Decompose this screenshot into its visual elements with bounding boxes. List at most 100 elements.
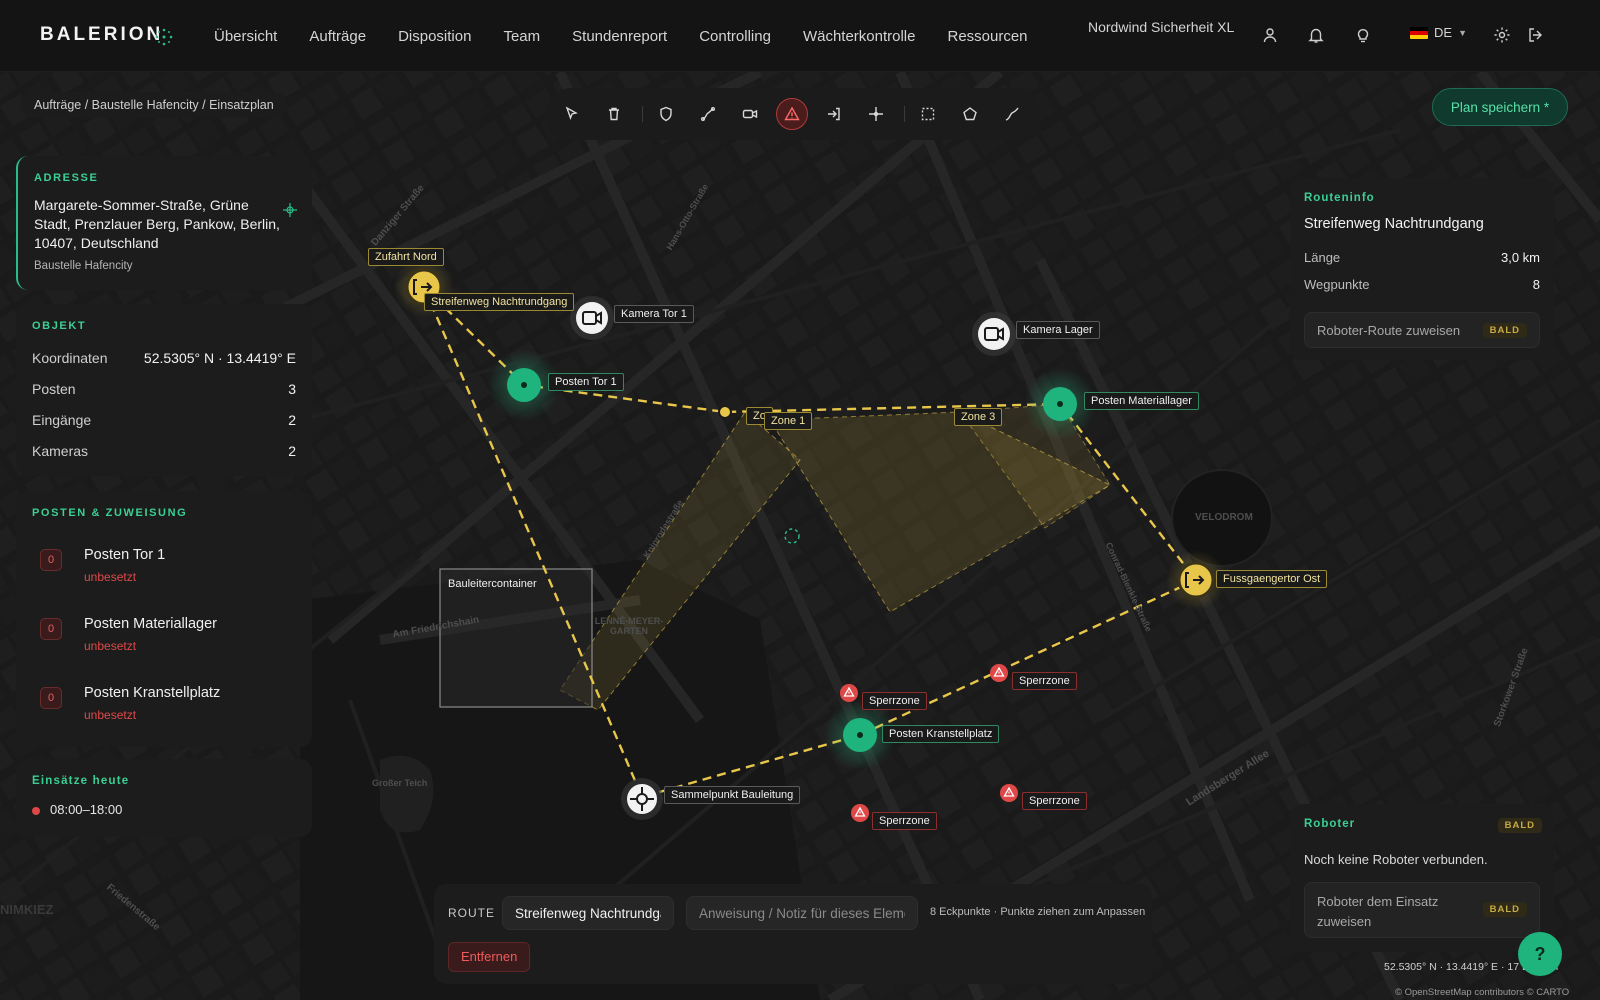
post-marker-tor[interactable] [506, 367, 542, 403]
label-zufahrt-nord[interactable]: Zufahrt Nord [368, 248, 444, 266]
label-bauleitercontainer[interactable]: Bauleitercontainer [442, 576, 543, 592]
route-value: 8 [1532, 277, 1540, 292]
lightbulb-icon[interactable] [1354, 26, 1372, 44]
object-row-posts: Posten 3 [32, 381, 296, 401]
map-attribution[interactable]: © OpenStreetMap contributors © CARTO [1395, 987, 1569, 998]
warning-icon [784, 106, 800, 121]
robot-panel: Roboter BALD Noch keine Roboter verbunde… [1290, 804, 1554, 952]
label-sperrzone-1[interactable]: Sperrzone [862, 692, 927, 710]
label-zone-3[interactable]: Zone 3 [954, 408, 1003, 426]
today-heading: Einsätze heute [32, 775, 130, 787]
area-select-tool[interactable] [912, 98, 944, 130]
language-select[interactable]: DE ▼ [1410, 25, 1467, 40]
place-lenne-meyer-garten: LENNÉ-MEYER-GARTEN [594, 616, 664, 636]
camera-marker-lager[interactable] [968, 308, 1020, 360]
label-sammelpunkt[interactable]: Sammelpunkt Bauleitung [664, 786, 801, 804]
nav-waechterkontrolle[interactable]: Wächterkontrolle [803, 28, 916, 45]
app-logo[interactable]: BALERION [40, 24, 163, 46]
label-zone-1[interactable]: Zone 1 [764, 412, 813, 430]
warning-marker-2[interactable] [989, 663, 1009, 683]
danger-zone-tool[interactable] [776, 98, 808, 130]
robot-heading: Roboter [1304, 818, 1356, 830]
label-sperrzone-2[interactable]: Sperrzone [1012, 672, 1077, 690]
route-value: 3,0 km [1500, 250, 1540, 265]
label-kamera-lager[interactable]: Kamera Lager [1016, 321, 1100, 339]
warning-marker-1[interactable] [839, 683, 859, 703]
post-status: unbesetzt [84, 708, 137, 722]
route-info-panel: Routeninfo Streifenweg Nachtrundgang Län… [1290, 178, 1554, 360]
nav-ressourcen[interactable]: Ressourcen [947, 28, 1027, 45]
site-name: Baustelle Hafencity [34, 260, 133, 272]
logout-icon[interactable] [1527, 26, 1545, 44]
nav-auftraege[interactable]: Aufträge [309, 28, 366, 45]
label-sperrzone-4[interactable]: Sperrzone [1022, 792, 1087, 810]
label-fussgaengertor-ost[interactable]: Fussgaengertor Ost [1216, 570, 1328, 588]
language-label: DE [1434, 25, 1453, 40]
route-key: Wegpunkte [1304, 277, 1370, 292]
route-name-input[interactable] [502, 896, 674, 930]
post-status: unbesetzt [84, 639, 137, 653]
today-time[interactable]: 08:00–18:00 [50, 802, 122, 817]
help-button[interactable]: ? [1518, 932, 1562, 976]
label-kamera-tor[interactable]: Kamera Tor 1 [614, 305, 694, 323]
place-nimkiez: NIMKIEZ [0, 902, 54, 917]
gear-icon[interactable] [1493, 26, 1511, 44]
label-sperrzone-3[interactable]: Sperrzone [872, 812, 937, 830]
nav-stundenreport[interactable]: Stundenreport [572, 28, 667, 45]
bell-icon[interactable] [1307, 26, 1325, 44]
nav-team[interactable]: Team [503, 28, 540, 45]
chevron-down-icon: ▼ [1458, 27, 1467, 38]
warning-marker-4[interactable] [999, 783, 1019, 803]
place-velodrom: VELODROM [1195, 512, 1253, 523]
polygon-icon [963, 107, 977, 121]
post-tool[interactable] [650, 98, 682, 130]
warning-marker-3[interactable] [850, 803, 870, 823]
post-count-badge: 0 [40, 618, 62, 640]
selection-box-icon [921, 107, 935, 121]
object-key: Koordinaten [32, 350, 108, 366]
assembly-point-marker[interactable] [620, 777, 664, 821]
soon-badge: BALD [1497, 818, 1542, 833]
post-marker-kranstellplatz[interactable] [842, 717, 878, 753]
delete-tool[interactable] [598, 98, 630, 130]
note-input[interactable] [686, 896, 918, 930]
flag-de-icon [1410, 26, 1428, 39]
logo-sparkle-icon [155, 28, 173, 46]
post-status: unbesetzt [84, 570, 137, 584]
post-marker-materiallager[interactable] [1042, 386, 1078, 422]
label-posten-kranstellplatz[interactable]: Posten Kranstellplatz [882, 725, 1000, 743]
entrance-marker-fussgaengertor-ost[interactable] [1176, 560, 1216, 600]
route-info-heading: Routeninfo [1304, 192, 1375, 204]
label-posten-tor[interactable]: Posten Tor 1 [548, 373, 624, 391]
nav-disposition[interactable]: Disposition [398, 28, 471, 45]
object-value: 3 [288, 381, 296, 397]
company-name[interactable]: Nordwind Sicherheit XL [1088, 19, 1234, 35]
assign-robot-button[interactable]: Roboter dem Einsatz zuweisen BALD [1304, 882, 1540, 938]
camera-tool[interactable] [734, 98, 766, 130]
editor-hint: 8 Eckpunkte · Punkte ziehen zum Anpassen [930, 906, 1146, 918]
polygon-tool[interactable] [954, 98, 986, 130]
editor-type-label: ROUTE [448, 906, 495, 920]
breadcrumb[interactable]: Aufträge / Baustelle Hafencity / Einsatz… [20, 92, 288, 118]
nav-controlling[interactable]: Controlling [699, 28, 771, 45]
route-length-row: Länge 3,0 km [1304, 250, 1540, 265]
post-count-badge: 0 [40, 687, 62, 709]
polyline-tool[interactable] [996, 98, 1028, 130]
object-key: Eingänge [32, 412, 92, 428]
assign-robot-route-button[interactable]: Roboter-Route zuweisen BALD [1304, 312, 1540, 348]
route-tool[interactable] [692, 98, 724, 130]
label-posten-materiallager[interactable]: Posten Materiallager [1084, 392, 1199, 410]
label-route-name[interactable]: Streifenweg Nachtrundgang [424, 293, 575, 311]
top-navigation: BALERION Übersicht Aufträge Disposition … [0, 0, 1600, 72]
assembly-tool[interactable] [860, 98, 892, 130]
entrance-tool[interactable] [818, 98, 850, 130]
select-tool[interactable] [556, 98, 588, 130]
nav-uebersicht[interactable]: Übersicht [214, 28, 277, 45]
object-heading: OBJEKT [32, 320, 87, 332]
locate-crosshair-icon[interactable] [282, 202, 298, 218]
save-plan-button[interactable]: Plan speichern * [1432, 88, 1568, 126]
remove-button[interactable]: Entfernen [448, 942, 531, 972]
user-icon[interactable] [1261, 26, 1279, 44]
assign-robot-route-label: Roboter-Route zuweisen [1317, 323, 1461, 338]
object-value: 2 [288, 443, 296, 459]
